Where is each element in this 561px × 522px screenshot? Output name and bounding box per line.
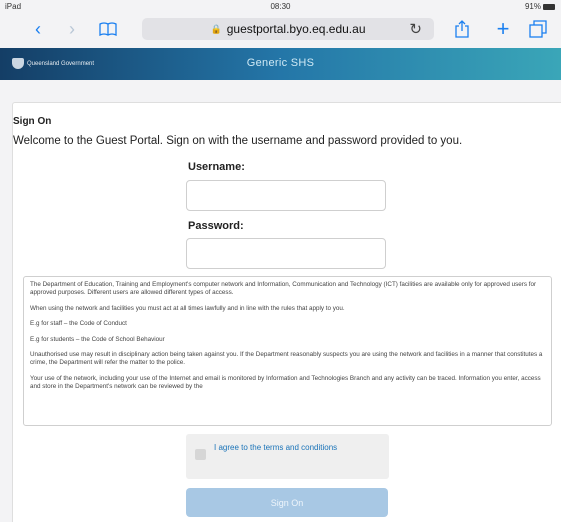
terms-scroll-box[interactable]: The Department of Education, Training an… — [23, 276, 552, 426]
sign-on-button[interactable]: Sign On — [186, 488, 388, 517]
terms-paragraph: E.g for students – the Code of School Be… — [30, 335, 165, 343]
lock-icon: 🔒 — [210, 23, 222, 34]
browser-toolbar: ‹ › 🔒 guestportal.byo.eq.edu.au ↻ + — [0, 14, 561, 44]
back-button[interactable]: ‹ — [26, 18, 50, 40]
book-icon — [99, 22, 117, 36]
new-tab-button[interactable]: + — [491, 16, 515, 41]
page-title: Sign On — [13, 116, 52, 127]
terms-paragraph: When using the network and facilities yo… — [30, 304, 345, 312]
bookmarks-button[interactable] — [96, 18, 120, 40]
battery-percent: 91% — [524, 2, 541, 11]
username-label: Username: — [188, 161, 245, 173]
tabs-button[interactable] — [526, 18, 550, 40]
tabs-icon — [529, 20, 547, 38]
agree-terms-label[interactable]: I agree to the terms and conditions — [214, 443, 374, 453]
terms-paragraph: Unauthorised use may result in disciplin… — [30, 351, 543, 367]
battery-indicator: 91% — [525, 2, 555, 11]
share-button[interactable] — [450, 18, 474, 40]
url-text: guestportal.byo.eq.edu.au — [226, 22, 366, 36]
site-header: Queensland Government Generic SHS — [0, 48, 561, 80]
username-field[interactable] — [186, 180, 386, 211]
share-icon — [455, 20, 469, 38]
clock: 08:30 — [270, 2, 291, 11]
terms-paragraph: Your use of the network, including your … — [30, 374, 541, 391]
forward-button[interactable]: › — [60, 18, 84, 40]
status-bar: iPad 08:30 91% — [0, 0, 561, 14]
agree-terms-checkbox[interactable]: I agree to the terms and conditions — [186, 434, 389, 479]
password-label: Password: — [188, 220, 244, 232]
checkbox-box[interactable] — [195, 449, 206, 460]
battery-icon — [543, 3, 555, 10]
address-bar[interactable]: 🔒 guestportal.byo.eq.edu.au ↻ — [142, 18, 434, 40]
site-title: Generic SHS — [246, 57, 315, 69]
welcome-text: Welcome to the Guest Portal. Sign on wit… — [13, 135, 463, 147]
terms-paragraph: The Department of Education, Training an… — [30, 281, 537, 297]
reload-icon[interactable]: ↻ — [409, 20, 422, 38]
password-field[interactable] — [186, 238, 386, 269]
terms-paragraph: E.g for staff – the Code of Conduct — [30, 320, 127, 328]
